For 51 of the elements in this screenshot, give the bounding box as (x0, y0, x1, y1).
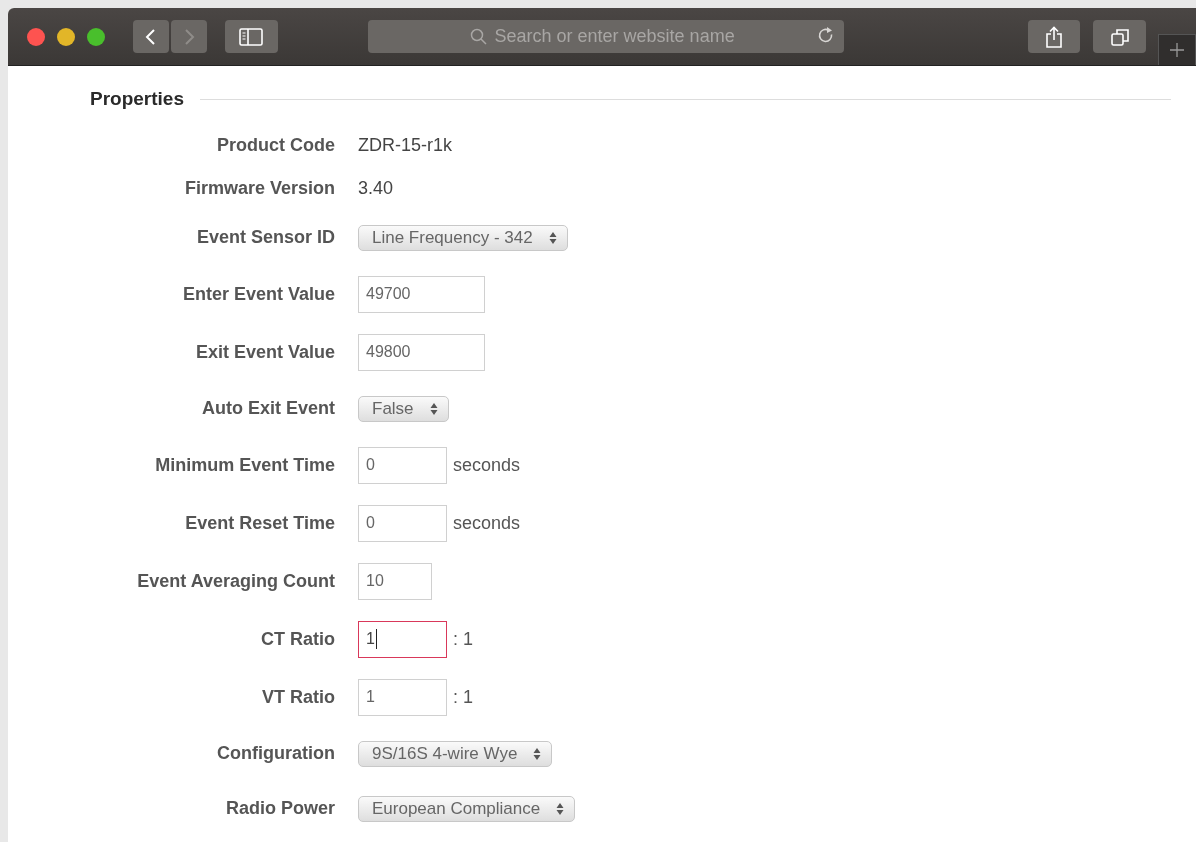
input-field[interactable]: 49800 (358, 333, 485, 371)
field-label: Auto Exit Event (201, 398, 336, 419)
updown-arrows-icon (548, 230, 557, 245)
input-field[interactable]: 0 (358, 504, 447, 542)
dropdown[interactable]: False (358, 395, 449, 422)
input-field[interactable]: 10 (358, 562, 432, 600)
field-label: Enter Event Value (181, 283, 336, 305)
field-label: Configuration (216, 743, 336, 764)
new-tab-button[interactable] (1158, 34, 1196, 65)
forward-button[interactable] (170, 20, 207, 53)
sidebar-button[interactable] (224, 20, 278, 53)
share-icon (1044, 25, 1063, 48)
unit-label: seconds (453, 512, 521, 534)
updown-arrows-icon (533, 746, 542, 761)
input-field[interactable]: 0 (358, 446, 447, 484)
field-label: Firmware Version (183, 178, 336, 199)
minimize-button[interactable] (57, 27, 75, 46)
field-label: VT Ratio (261, 686, 336, 708)
address-field[interactable]: Search or enter website name (367, 20, 844, 53)
zoom-button[interactable] (87, 27, 105, 46)
updown-arrows-icon (556, 801, 565, 816)
field-label: Radio Power (224, 798, 336, 819)
sidebar-icon (239, 27, 264, 46)
field-label: Event Sensor ID (195, 227, 336, 248)
field-value: ZDR-15-r1k (358, 135, 452, 156)
dropdown[interactable]: Line Frequency - 342 (358, 224, 568, 251)
field-label: Exit Event Value (194, 341, 336, 363)
field-label: Event Reset Time (184, 512, 336, 534)
search-icon (469, 28, 488, 46)
field-value: 3.40 (358, 178, 394, 199)
updown-arrows-icon (429, 401, 438, 416)
unit-label: seconds (453, 454, 521, 476)
input-field[interactable]: 1 (358, 678, 447, 716)
tabs-icon (1109, 26, 1130, 47)
field-label: Product Code (216, 135, 336, 156)
dropdown[interactable]: European Compliance (358, 795, 576, 822)
unit-label: : 1 (453, 686, 473, 708)
share-button[interactable] (1027, 20, 1081, 53)
chevron-left-icon (143, 27, 158, 46)
field-label: Event Averaging Count (136, 570, 336, 592)
field-label: Minimum Event Time (154, 454, 336, 476)
unit-label: : 1 (453, 628, 473, 650)
input-field[interactable]: 49700 (358, 275, 485, 313)
field-label: CT Ratio (260, 628, 336, 650)
plus-icon (1169, 42, 1186, 58)
tabs-button[interactable] (1093, 20, 1147, 53)
close-button[interactable] (27, 27, 45, 46)
section-title: Properties (90, 88, 184, 110)
dropdown[interactable]: 9S/16S 4-wire Wye (358, 740, 553, 767)
input-field[interactable]: 1 (358, 620, 447, 658)
back-button[interactable] (133, 20, 169, 53)
